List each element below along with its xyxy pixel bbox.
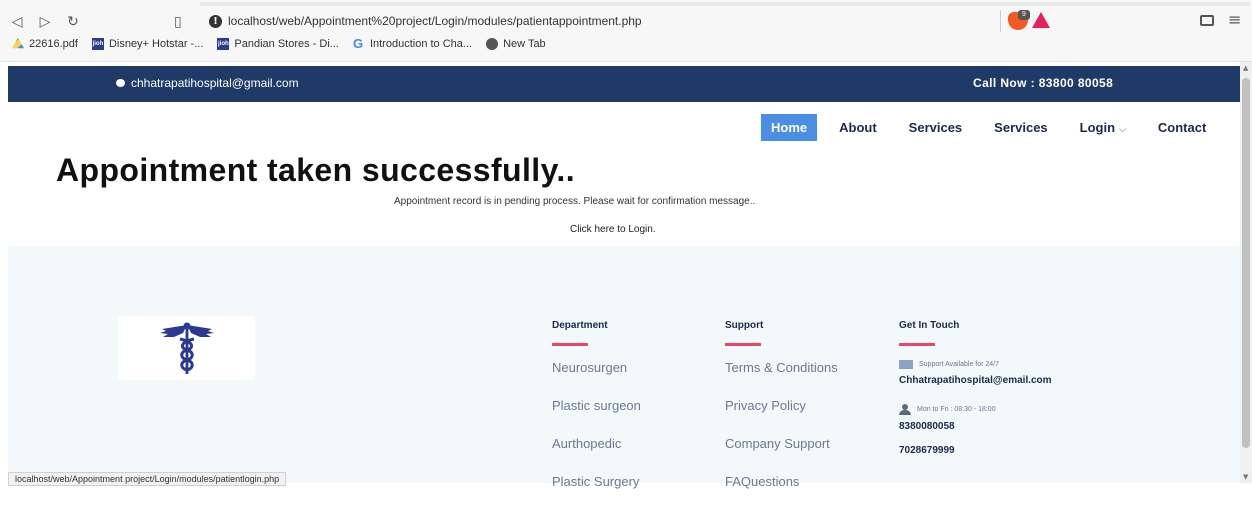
- back-icon[interactable]: ◁: [10, 14, 24, 30]
- footer-support: Support Terms & Conditions Privacy Polic…: [725, 320, 838, 512]
- caduceus-icon: [159, 322, 214, 374]
- support-note-text: Support Available for 24/7: [919, 361, 1000, 368]
- link-status-bar: localhost/web/Appointment project/Login/…: [8, 472, 287, 486]
- footer-department: Department Neurosurgen Plastic surgeon A…: [552, 320, 641, 512]
- bookmark-label: Pandian Stores - Di...: [234, 38, 339, 50]
- site-info-icon[interactable]: !: [209, 15, 222, 28]
- address-bar[interactable]: localhost/web/Appointment%20project/Logi…: [228, 14, 642, 28]
- bookmark-item[interactable]: New Tab: [486, 38, 546, 50]
- bookmark-item[interactable]: jioh Pandian Stores - Di...: [217, 38, 339, 50]
- contact-phone[interactable]: 8380080058: [899, 421, 1052, 432]
- department-link[interactable]: Plastic Surgery: [552, 474, 641, 489]
- department-link[interactable]: Plastic surgeon: [552, 398, 641, 413]
- title-underline: [899, 343, 935, 346]
- forward-icon[interactable]: ▷: [38, 14, 52, 30]
- globe-icon: [486, 38, 499, 50]
- scroll-down-icon[interactable]: ▼: [1243, 473, 1248, 481]
- nav-login-label: Login: [1079, 120, 1116, 135]
- office-hours-text: Mon to Fri : 08:30 - 18:00: [917, 406, 996, 413]
- nav-login[interactable]: Login ⌵: [1070, 114, 1136, 141]
- bookmark-label: 22616.pdf: [29, 38, 78, 50]
- mail-icon: [899, 360, 913, 369]
- scroll-up-icon[interactable]: ▲: [1243, 64, 1248, 72]
- chat-icon: [116, 79, 125, 87]
- nav-services[interactable]: Services: [899, 114, 973, 141]
- chevron-down-icon: ⌵: [1119, 125, 1126, 135]
- browser-toolbar: ◁ ▷ ↻ ▯ ! localhost/web/Appointment%20pr…: [0, 0, 1252, 62]
- extensions-area: 9: [1000, 10, 1120, 34]
- browser-menu-icon[interactable]: ≡: [1228, 10, 1241, 29]
- google-icon: G: [352, 36, 364, 51]
- toolbar-divider: [1000, 10, 1001, 32]
- department-link[interactable]: Neurosurgen: [552, 360, 641, 375]
- support-link[interactable]: FAQuestions: [725, 474, 838, 489]
- support-link[interactable]: Company Support: [725, 436, 838, 451]
- browser-nav-buttons: ◁ ▷ ↻: [10, 14, 80, 30]
- bookmarks-bar: 22616.pdf jioh Disney+ Hotstar -... jioh…: [12, 36, 546, 51]
- nav-contact[interactable]: Contact: [1148, 114, 1216, 141]
- nav-about[interactable]: About: [829, 114, 887, 141]
- bookmark-item[interactable]: jioh Disney+ Hotstar -...: [91, 38, 204, 50]
- title-underline: [725, 343, 761, 346]
- page-title: Appointment taken successfully..: [56, 152, 575, 188]
- contact-topbar: chhatrapatihospital@gmail.com Call Now :…: [8, 66, 1240, 102]
- scrollbar-thumb[interactable]: [1242, 78, 1250, 448]
- topbar-email[interactable]: chhatrapatihospital@gmail.com: [116, 76, 299, 90]
- person-icon: [899, 404, 911, 415]
- drive-icon: [12, 38, 24, 49]
- site-footer: Department Neurosurgen Plastic surgeon A…: [8, 246, 1240, 489]
- page-scrollbar[interactable]: ▲ ▼: [1240, 62, 1252, 483]
- support-note: Support Available for 24/7: [899, 360, 1052, 369]
- site-icon: jioh: [91, 38, 104, 50]
- touch-title: Get In Touch: [899, 320, 960, 331]
- nav-home[interactable]: Home: [761, 114, 818, 141]
- title-underline: [552, 343, 588, 346]
- bookmark-label: New Tab: [503, 38, 546, 50]
- bookmark-label: Introduction to Cha...: [369, 38, 473, 50]
- login-link[interactable]: Click here to Login.: [570, 224, 656, 235]
- department-link[interactable]: Aurthopedic: [552, 436, 641, 451]
- contact-phone[interactable]: 7028679999: [899, 445, 1052, 456]
- pending-message: Appointment record is in pending process…: [394, 196, 756, 207]
- support-link[interactable]: Terms & Conditions: [725, 360, 838, 375]
- contact-email[interactable]: Chhatrapatihospital@email.com: [899, 375, 1052, 386]
- nav-services-2[interactable]: Services: [984, 114, 1058, 141]
- reload-icon[interactable]: ↻: [66, 14, 80, 30]
- bookmark-item[interactable]: 22616.pdf: [12, 38, 78, 50]
- site-icon: jioh: [217, 38, 230, 50]
- tab-strip: [200, 2, 1250, 6]
- bookmark-icon[interactable]: ▯: [174, 14, 182, 30]
- topbar-email-text: chhatrapatihospital@gmail.com: [131, 76, 299, 90]
- hospital-logo[interactable]: [118, 316, 255, 380]
- bookmark-label: Disney+ Hotstar -...: [108, 38, 204, 50]
- wallet-icon[interactable]: [1200, 15, 1214, 26]
- department-title: Department: [552, 320, 608, 331]
- call-now[interactable]: Call Now : 83800 80058: [973, 76, 1113, 90]
- footer-get-in-touch: Get In Touch Support Available for 24/7 …: [899, 320, 1052, 456]
- support-link[interactable]: Privacy Policy: [725, 398, 838, 413]
- support-title: Support: [725, 320, 764, 331]
- main-nav: Home About Services Services Login ⌵ Cont…: [761, 114, 1228, 141]
- brave-rewards-icon[interactable]: [1032, 12, 1050, 28]
- brave-shields-count: 9: [1018, 10, 1030, 20]
- bookmark-item[interactable]: G Introduction to Cha...: [352, 36, 473, 51]
- office-hours: Mon to Fri : 08:30 - 18:00: [899, 404, 1052, 415]
